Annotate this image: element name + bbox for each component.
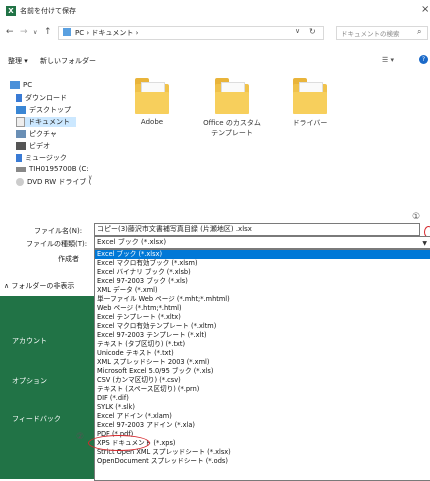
filetype-selected: Excel ブック (*.xlsx): [97, 238, 167, 246]
folder-item[interactable]: Office のカスタム テンプレート: [200, 78, 264, 138]
filetype-option[interactable]: Excel 97-2003 アドイン (*.xla): [95, 421, 430, 430]
pictures-icon: [16, 130, 26, 138]
address-bar: ← → ∨ ↑ PC › ドキュメント › ∨ ↻ ドキュメントの検索 ⌕: [0, 22, 430, 42]
download-icon: [16, 94, 22, 102]
nav-scroll-down-icon[interactable]: ∨: [88, 174, 92, 181]
filetype-option[interactable]: Excel 97-2003 ブック (*.xls): [95, 277, 430, 286]
annotation-marker-2: ②: [76, 432, 85, 442]
annotation-circle-pdf: [88, 435, 150, 451]
nav-item-desktop[interactable]: デスクトップ: [16, 105, 71, 115]
filetype-label: ファイルの種類(T):: [26, 240, 88, 248]
pc-icon: [63, 28, 71, 36]
author-label: 作成者: [58, 255, 79, 263]
organize-button[interactable]: 整理 ▾: [8, 56, 28, 66]
nav-item-music[interactable]: ミュージック: [16, 153, 67, 163]
filetype-option[interactable]: SYLK (*.slk): [95, 403, 430, 412]
filetype-option[interactable]: テキスト (スペース区切り) (*.prn): [95, 385, 430, 394]
search-icon[interactable]: ⌕: [417, 27, 421, 37]
folder-label: Office のカスタム テンプレート: [203, 119, 261, 137]
search-input[interactable]: ドキュメントの検索 ⌕: [336, 26, 428, 40]
filetype-option[interactable]: DIF (*.dif): [95, 394, 430, 403]
title-bar: X 名前を付けて保存 ×: [0, 0, 430, 22]
forward-arrow-icon[interactable]: →: [20, 27, 28, 37]
filetype-option[interactable]: Excel ブック (*.xlsx): [95, 250, 430, 259]
navigation-pane: PC ダウンロード デスクトップ ドキュメント ピクチャ ビデオ ミュージック …: [0, 68, 96, 268]
nav-item-drive-c[interactable]: TIH0195700B (C:: [16, 165, 89, 173]
path-dropdown-icon[interactable]: ∨: [295, 27, 300, 35]
up-arrow-icon[interactable]: ↑: [44, 27, 52, 37]
window-title: 名前を付けて保存: [20, 7, 76, 15]
toolbar: 整理 ▾ 新しいフォルダー ☰ ▾ ?: [0, 44, 430, 66]
address-path-box[interactable]: PC › ドキュメント › ∨ ↻: [58, 26, 324, 40]
excel-icon: X: [6, 6, 16, 16]
nav-label: ドキュメント: [28, 118, 70, 126]
file-list-pane: Adobe Office のカスタム テンプレート ドライバー: [100, 68, 430, 218]
filetype-option[interactable]: OpenDocument スプレッドシート (*.ods): [95, 457, 430, 466]
help-icon[interactable]: ?: [419, 55, 428, 64]
filetype-option[interactable]: Excel バイナリ ブック (*.xlsb): [95, 268, 430, 277]
search-placeholder: ドキュメントの検索: [341, 30, 400, 38]
refresh-icon[interactable]: ↻: [309, 27, 316, 36]
backstage-sidebar: アカウント オプション フィードバック: [0, 296, 100, 479]
folder-label: ドライバー: [292, 119, 328, 127]
new-folder-button[interactable]: 新しいフォルダー: [40, 56, 96, 66]
nav-item-pc[interactable]: PC: [10, 81, 32, 89]
music-icon: [16, 154, 22, 162]
filetype-option[interactable]: テキスト (タブ区切り) (*.txt): [95, 340, 430, 349]
folder-item[interactable]: ドライバー: [278, 78, 342, 128]
filename-field[interactable]: コピー(3)藤沢市文書補写真目録 (片瀬地区) .xlsx: [94, 223, 420, 236]
back-arrow-icon[interactable]: ←: [6, 27, 14, 37]
filetype-option[interactable]: Web ページ (*.htm;*.html): [95, 304, 430, 313]
filetype-select[interactable]: Excel ブック (*.xlsx) ▼: [94, 236, 430, 249]
drive-icon: [16, 166, 26, 172]
filetype-option[interactable]: Excel マクロ有効テンプレート (*.xltm): [95, 322, 430, 331]
folder-icon: [135, 78, 169, 114]
nav-item-downloads[interactable]: ダウンロード: [16, 93, 67, 103]
filetype-option[interactable]: Excel アドイン (*.xlam): [95, 412, 430, 421]
video-icon: [16, 142, 26, 150]
nav-item-dvd[interactable]: DVD RW ドライブ (: [16, 177, 91, 187]
documents-icon: [16, 117, 25, 127]
filetype-option[interactable]: XML データ (*.xml): [95, 286, 430, 295]
nav-label: デスクトップ: [29, 106, 71, 114]
view-options-icon[interactable]: ☰ ▾: [382, 56, 394, 64]
recent-chevron-icon[interactable]: ∨: [33, 29, 37, 36]
nav-label: PC: [23, 81, 33, 89]
hide-folders-button[interactable]: ∧ フォルダーの非表示: [4, 281, 74, 291]
backstage-account[interactable]: アカウント: [12, 336, 47, 346]
backstage-feedback[interactable]: フィードバック: [12, 414, 61, 424]
nav-item-videos[interactable]: ビデオ: [16, 141, 50, 151]
chevron-down-icon[interactable]: ▼: [422, 238, 427, 248]
nav-label: ダウンロード: [25, 94, 67, 102]
folder-icon: [293, 78, 327, 114]
folder-item[interactable]: Adobe: [120, 78, 184, 126]
filetype-option[interactable]: CSV (カンマ区切り) (*.csv): [95, 376, 430, 385]
nav-label: ビデオ: [29, 142, 50, 150]
filetype-option[interactable]: Excel マクロ有効ブック (*.xlsm): [95, 259, 430, 268]
folder-label: Adobe: [140, 118, 164, 126]
nav-label: DVD RW ドライブ (: [27, 178, 92, 186]
filetype-option[interactable]: Excel 97-2003 テンプレート (*.xlt): [95, 331, 430, 340]
dvd-icon: [16, 178, 24, 186]
nav-item-pictures[interactable]: ピクチャ: [16, 129, 57, 139]
filetype-option[interactable]: XML スプレッドシート 2003 (*.xml): [95, 358, 430, 367]
nav-item-documents[interactable]: ドキュメント: [16, 117, 76, 127]
nav-label: ミュージック: [25, 154, 67, 162]
filename-label: ファイル名(N):: [34, 227, 83, 235]
nav-label: ピクチャ: [29, 130, 57, 138]
annotation-marker-1: ①: [412, 212, 421, 222]
pc-icon: [10, 81, 20, 89]
filetype-option-pdf[interactable]: PDF (*.pdf): [95, 430, 430, 439]
backstage-options[interactable]: オプション: [12, 376, 47, 386]
filetype-option[interactable]: Excel テンプレート (*.xltx): [95, 313, 430, 322]
desktop-icon: [16, 106, 26, 114]
filetype-option[interactable]: 単一ファイル Web ページ (*.mht;*.mhtml): [95, 295, 430, 304]
folder-icon: [215, 78, 249, 114]
close-icon[interactable]: ×: [421, 4, 429, 15]
filetype-option[interactable]: Microsoft Excel 5.0/95 ブック (*.xls): [95, 367, 430, 376]
address-path: PC › ドキュメント ›: [75, 29, 139, 37]
filetype-option[interactable]: Unicode テキスト (*.txt): [95, 349, 430, 358]
nav-label: TIH0195700B (C:: [29, 165, 89, 173]
filetype-option[interactable]: Strict Open XML スプレッドシート (*.xlsx): [95, 448, 430, 457]
